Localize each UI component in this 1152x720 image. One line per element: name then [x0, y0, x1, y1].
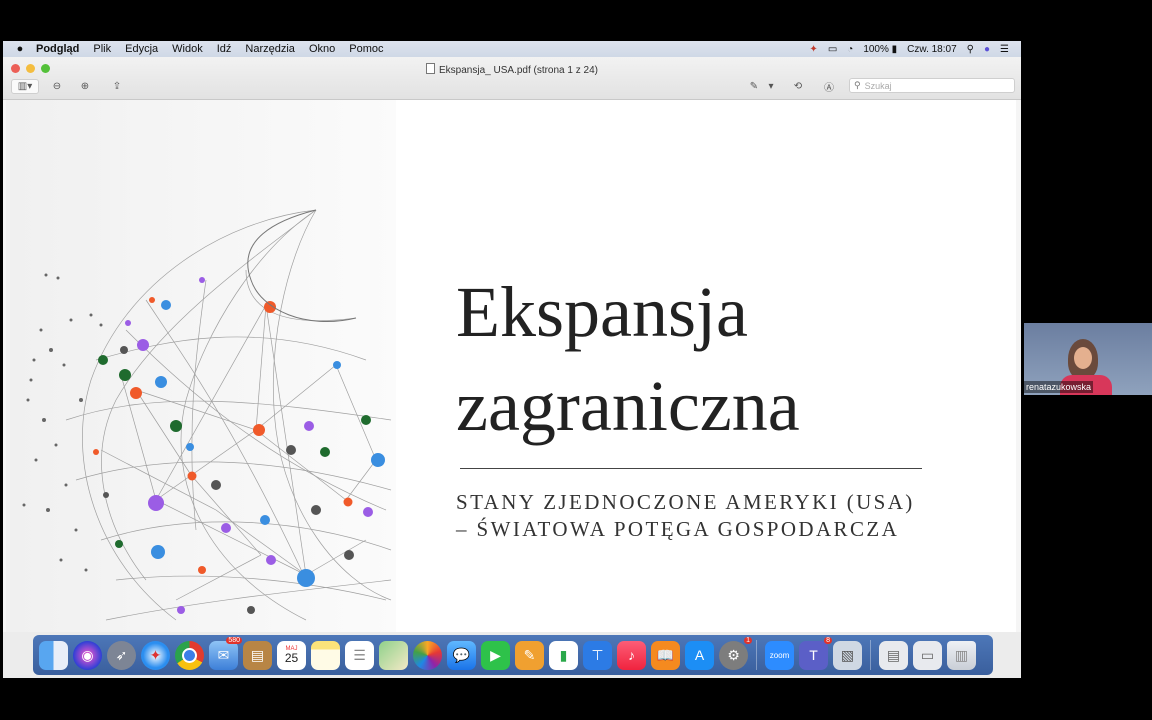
markup-dropdown-icon[interactable]: ▾ [766, 79, 776, 93]
messages-icon[interactable]: 💬 [447, 640, 476, 670]
network-nodes [93, 277, 385, 614]
numbers-icon[interactable]: ▮ [549, 640, 578, 670]
clock[interactable]: Czw. 18:07 [907, 44, 956, 55]
participant-name: renatazukowska [1024, 381, 1094, 393]
document-view[interactable]: Ekspansja zagraniczna STANY ZJEDNOCZONE … [3, 100, 1021, 632]
dock-separator-2 [870, 640, 871, 670]
calendar-day: 25 [284, 651, 299, 665]
settings-badge: 1 [744, 636, 752, 644]
slide-subtitle-line2: – ŚWIATOWA POTĘGA GOSPODARCZA [456, 517, 900, 541]
desktop-screen: ● Podgląd Plik Edycja Widok Idź Narzędzi… [3, 41, 1021, 678]
facetime-icon[interactable]: ▶ [481, 640, 510, 670]
zoom-app-icon[interactable]: zoom [765, 640, 794, 670]
title-divider [460, 468, 922, 469]
pages-icon[interactable]: ✎ [515, 640, 544, 670]
zoom-app-label: zoom [769, 650, 790, 660]
share-button[interactable]: ⇪ [109, 79, 125, 93]
menu-narzedzia[interactable]: Narzędzia [238, 43, 302, 55]
zoom-out-button[interactable]: ⊖ [49, 79, 65, 93]
contacts-icon[interactable]: ▤ [243, 640, 272, 670]
battery-percent: 100% [863, 43, 889, 55]
slide-title-line2: zagraniczna [456, 366, 800, 446]
document-icon [426, 63, 435, 74]
menu-widok[interactable]: Widok [165, 43, 210, 55]
teams-badge: 8 [824, 636, 832, 644]
books-icon[interactable]: 📖 [651, 640, 680, 670]
siri-icon[interactable]: ● [984, 44, 990, 55]
airplay-icon[interactable]: ▭ [828, 44, 837, 55]
spotlight-icon[interactable]: ⚲ [967, 44, 974, 55]
window-title: Ekspansja_ USA.pdf (strona 1 z 24) [3, 63, 1021, 76]
chrome-icon[interactable] [175, 640, 204, 670]
wifi-icon[interactable]: ◔ [847, 44, 853, 55]
reminders-icon[interactable]: ☰ [345, 640, 374, 670]
finder-icon[interactable] [39, 640, 68, 670]
system-preferences-icon[interactable]: ⚙ 1 [719, 636, 752, 670]
search-icon: ⚲ [854, 80, 861, 90]
search-field[interactable]: ⚲ Szukaj [849, 78, 1015, 93]
menu-edycja[interactable]: Edycja [118, 43, 165, 55]
scattered-dots [22, 273, 103, 572]
rotate-button[interactable]: ⟲ [790, 79, 806, 93]
slide-subtitle-line1: STANY ZJEDNOCZONE AMERYKI (USA) [456, 490, 915, 514]
slide-title-line1: Ekspansja [456, 272, 748, 352]
menu-bar: ● Podgląd Plik Edycja Widok Idź Narzędzi… [3, 41, 1021, 57]
apple-menu-icon[interactable]: ● [11, 43, 29, 55]
photos-icon[interactable] [413, 640, 442, 670]
menu-idz[interactable]: Idź [210, 43, 239, 55]
dock-separator [756, 640, 757, 670]
launchpad-icon[interactable]: ➶ [107, 640, 136, 670]
trash-icon[interactable]: ▥ [947, 640, 976, 670]
dock: ◉ ➶ ✦ ✉ 580 ▤ MAJ 25 ☰ 💬 ▶ ✎ ▮ ⊤ ♪ 📖 A ⚙ 1 … [33, 635, 993, 675]
pdf-page: Ekspansja zagraniczna STANY ZJEDNOCZONE … [6, 100, 1016, 632]
menu-app-name[interactable]: Podgląd [29, 43, 86, 55]
keynote-icon[interactable]: ⊤ [583, 640, 612, 670]
annotate-button[interactable]: Ⓐ [821, 79, 837, 94]
zoom-participant-video[interactable]: renatazukowska [1024, 323, 1152, 395]
window-titlebar: Ekspansja_ USA.pdf (strona 1 z 24) ▥▾ ⊖ … [3, 57, 1021, 100]
music-icon[interactable]: ♪ [617, 640, 646, 670]
mail-icon[interactable]: ✉ 580 [209, 636, 242, 670]
network-globe-illustration [6, 100, 396, 632]
search-placeholder: Szukaj [864, 80, 892, 91]
preview-icon[interactable]: ▧ [833, 640, 862, 670]
safari-icon[interactable]: ✦ [141, 640, 170, 670]
sidebar-toggle-button[interactable]: ▥▾ [11, 79, 39, 94]
participant-face [1074, 347, 1092, 369]
notification-center-icon[interactable]: ☰ [1000, 44, 1009, 55]
menu-okno[interactable]: Okno [302, 43, 342, 55]
downloads-stack-icon[interactable]: ▤ [879, 640, 908, 670]
menu-plik[interactable]: Plik [86, 43, 118, 55]
notes-icon[interactable] [311, 640, 340, 670]
status-app-icon[interactable]: ✦ [809, 44, 817, 55]
menu-extras: ✦ ▭ ◔ 100% ▮ Czw. 18:07 ⚲ ● ☰ [809, 44, 1021, 55]
calendar-icon[interactable]: MAJ 25 [277, 640, 306, 670]
app-store-icon[interactable]: A [685, 640, 714, 670]
markup-pen-button[interactable]: ✎ [746, 79, 762, 93]
window-title-text: Ekspansja_ USA.pdf (strona 1 z 24) [439, 65, 598, 76]
documents-stack-icon[interactable]: ▭ [913, 640, 942, 670]
siri-app-icon[interactable]: ◉ [73, 640, 102, 670]
network-globe-graphic [22, 209, 392, 621]
menu-pomoc[interactable]: Pomoc [342, 43, 390, 55]
battery-status[interactable]: 100% ▮ [863, 44, 897, 55]
mail-badge: 580 [226, 636, 242, 644]
zoom-in-button[interactable]: ⊕ [77, 79, 93, 93]
teams-icon[interactable]: T8 [799, 636, 832, 670]
maps-icon[interactable] [379, 640, 408, 670]
